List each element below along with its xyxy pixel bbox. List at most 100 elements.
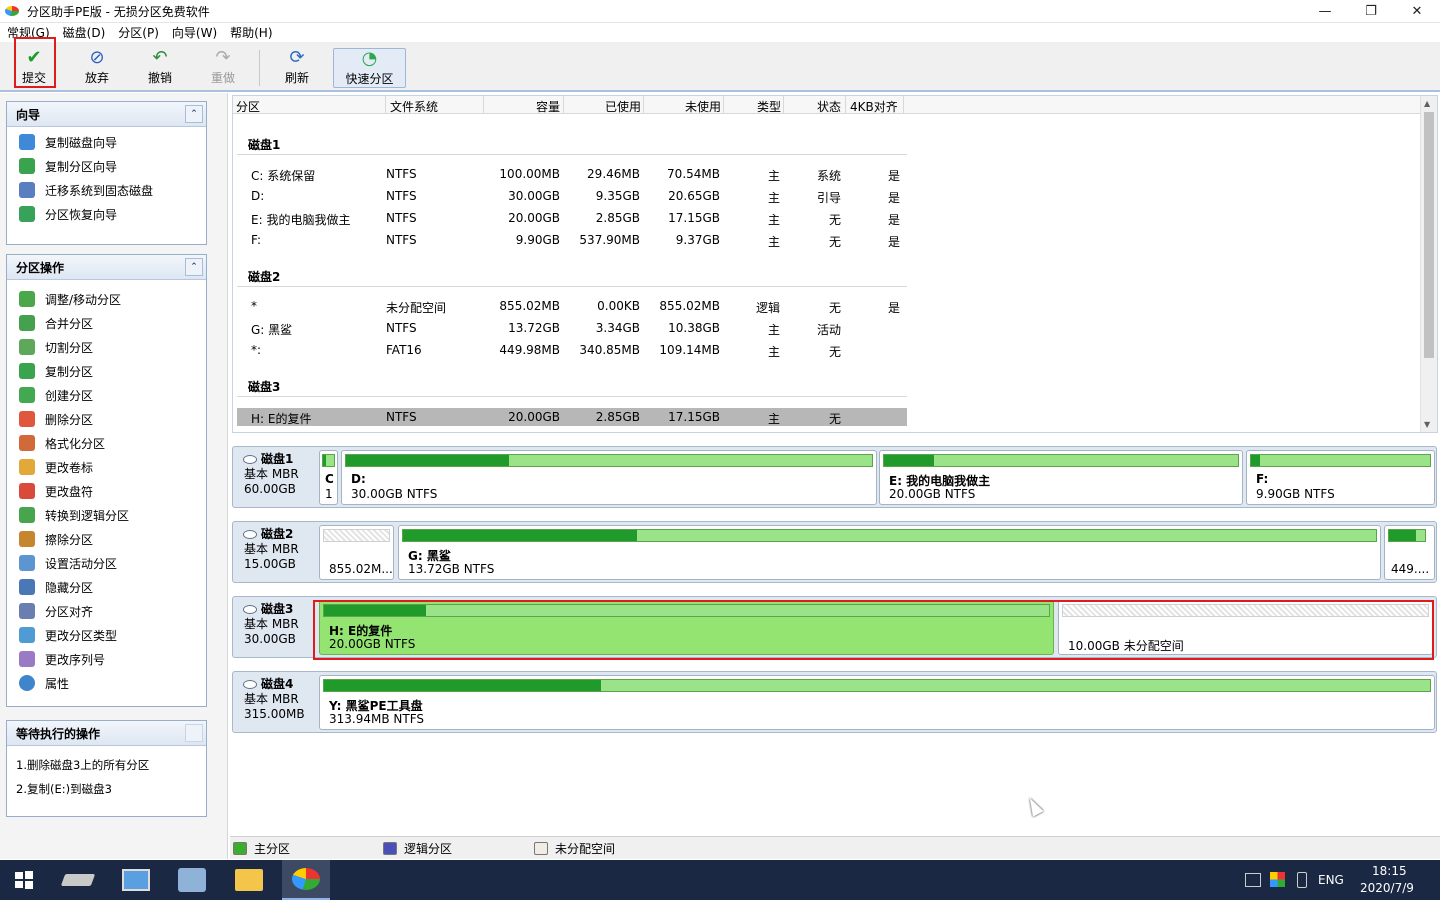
label-icon [19,459,35,475]
menu-partition[interactable]: 分区(P) [118,24,159,41]
col-capacity[interactable]: 容量 [510,98,560,115]
collapse-icon[interactable]: ⌃ [185,105,203,123]
network-icon[interactable] [1245,873,1261,887]
usb-icon[interactable] [1297,872,1307,888]
col-partition[interactable]: 分区 [236,98,260,115]
unalloc-swatch [534,841,548,855]
taskbar: ENG 18:15 2020/7/9 [0,860,1440,900]
col-unused[interactable]: 未使用 [671,98,721,115]
table-row[interactable]: *: FAT16 449.98MB 340.85MB 109.14MB 主 无 [237,340,907,360]
col-filesystem[interactable]: 文件系统 [390,98,438,115]
disk-icon [243,530,257,539]
scroll-down-icon[interactable]: ▼ [1424,420,1430,429]
partition-block[interactable]: E: 我的电脑我做主 20.00GB NTFS [879,450,1243,505]
op-properties[interactable]: 属性 [7,671,206,695]
op-create[interactable]: 创建分区 [7,383,206,407]
op-hide[interactable]: 隐藏分区 [7,575,206,599]
table-row[interactable]: G: 黑鲨 NTFS 13.72GB 3.34GB 10.38GB 主 活动 [237,318,907,338]
disk-map[interactable]: 磁盘4 基本 MBR 315.00MB Y: 黑鲨PE工具盘 313.94MB NT… [232,671,1437,733]
partition-block[interactable]: 855.02M... [319,525,394,580]
op-copy[interactable]: 复制分区 [7,359,206,383]
recovery-icon [19,206,35,222]
op-format[interactable]: 格式化分区 [7,431,206,455]
menu-wizard[interactable]: 向导(W) [172,24,217,41]
menu-help[interactable]: 帮助(H) [230,24,272,41]
migrate-icon [19,182,35,198]
disk-info: 磁盘4 基本 MBR 315.00MB [243,677,305,721]
table-row[interactable]: * 未分配空间 855.02MB 0.00KB 855.02MB 逻辑 无是 [237,296,907,316]
disk-map-area: 磁盘1 基本 MBR 60.00GB C1 D: 30.00GB NTFS E: 我… [230,436,1440,831]
collapse-icon[interactable] [185,724,203,742]
pending-item[interactable]: 1.删除磁盘3上的所有分区 [7,753,206,777]
start-button[interactable] [0,860,48,900]
col-status[interactable]: 状态 [811,98,841,115]
align-icon [19,603,35,619]
close-button[interactable]: ✕ [1394,0,1440,22]
partition-block[interactable]: F: 9.90GB NTFS [1246,450,1435,505]
title-bar: 分区助手PE版 - 无损分区免费软件 — ❐ ✕ [0,0,1440,23]
wizard-title: 向导 [16,107,41,122]
clock-date[interactable]: 2020/7/9 [1360,881,1414,895]
op-change-type[interactable]: 更改分区类型 [7,623,206,647]
taskbar-partition-assistant[interactable] [282,860,330,900]
disk-map[interactable]: 磁盘2 基本 MBR 15.00GB 855.02M... G: 黑鲨 13.72G… [232,521,1437,583]
partition-block[interactable]: G: 黑鲨 13.72GB NTFS [398,525,1381,580]
partition-assistant-icon [292,868,320,890]
op-delete[interactable]: 删除分区 [7,407,206,431]
op-serial[interactable]: 更改序列号 [7,647,206,671]
menu-disk[interactable]: 磁盘(D) [63,24,106,41]
partition-block[interactable]: 449.... [1384,525,1435,580]
clock-time[interactable]: 18:15 [1372,864,1407,878]
taskbar-explorer[interactable] [225,860,273,900]
taskbar-computer-app[interactable] [112,860,160,900]
wizard-copy-partition[interactable]: 复制分区向导 [7,154,206,178]
op-set-active[interactable]: 设置活动分区 [7,551,206,575]
partition-block[interactable]: Y: 黑鲨PE工具盘 313.94MB NTFS [319,675,1435,730]
op-merge[interactable]: 合并分区 [7,311,206,335]
partition-block[interactable]: C1 [319,450,338,505]
disk-info: 磁盘3 基本 MBR 30.00GB [243,602,299,646]
primary-swatch [233,841,247,855]
redo-button[interactable]: ↷ 重做 [198,48,248,88]
op-label[interactable]: 更改卷标 [7,455,206,479]
table-row-selected[interactable]: H: E的复件 NTFS 20.00GB 2.85GB 17.15GB 主 无 [237,408,907,426]
scroll-thumb[interactable] [1424,112,1434,358]
pending-item[interactable]: 2.复制(E:)到磁盘3 [7,777,206,801]
wizard-migrate-os[interactable]: 迁移系统到固态磁盘 [7,178,206,202]
maximize-button[interactable]: ❐ [1348,0,1394,22]
grid-scrollbar[interactable]: ▲ ▼ [1420,96,1437,432]
op-resize[interactable]: 调整/移动分区 [7,287,206,311]
discard-button[interactable]: ⊘ 放弃 [72,48,122,88]
pending-panel: 等待执行的操作 1.删除磁盘3上的所有分区 2.复制(E:)到磁盘3 [6,720,207,817]
refresh-button[interactable]: ⟳ 刷新 [272,48,322,88]
table-row[interactable]: F: NTFS 9.90GB 537.90MB 9.37GB 主 无是 [237,230,907,250]
partition-block[interactable]: D: 30.00GB NTFS [341,450,877,505]
quick-partition-label: 快速分区 [345,72,394,86]
scroll-up-icon[interactable]: ▲ [1424,99,1430,108]
table-row[interactable]: C: 系统保留 NTFS 100.00MB 29.46MB 70.54MB 主 系统是 [237,164,907,184]
taskbar-drive-app[interactable] [54,860,102,900]
op-wipe[interactable]: 擦除分区 [7,527,206,551]
table-row[interactable]: D: NTFS 30.00GB 9.35GB 20.65GB 主 引导是 [237,186,907,206]
op-split[interactable]: 切割分区 [7,335,206,359]
col-4k-align[interactable]: 4KB对齐 [850,98,898,115]
undo-button[interactable]: ↶ 撤销 [135,48,185,88]
op-align[interactable]: 分区对齐 [7,599,206,623]
wizard-copy-disk[interactable]: 复制磁盘向导 [7,130,206,154]
refresh-label: 刷新 [284,71,309,85]
quick-partition-button[interactable]: ◔ 快速分区 [333,48,406,88]
op-to-logical[interactable]: 转换到逻辑分区 [7,503,206,527]
color-icon[interactable] [1270,872,1285,887]
table-row[interactable]: E: 我的电脑我做主 NTFS 20.00GB 2.85GB 17.15GB 主 无是 [237,208,907,228]
wizard-recovery[interactable]: 分区恢复向导 [7,202,206,226]
col-used[interactable]: 已使用 [591,98,641,115]
taskbar-keyboard-app[interactable] [168,860,216,900]
merge-icon [19,315,35,331]
op-drive-letter[interactable]: 更改盘符 [7,479,206,503]
disk-map[interactable]: 磁盘1 基本 MBR 60.00GB C1 D: 30.00GB NTFS E: 我… [232,446,1437,508]
minimize-button[interactable]: — [1302,0,1348,22]
collapse-icon[interactable]: ⌃ [185,258,203,276]
language-indicator[interactable]: ENG [1318,873,1344,887]
col-type[interactable]: 类型 [751,98,781,115]
window-title: 分区助手PE版 - 无损分区免费软件 [27,4,210,19]
